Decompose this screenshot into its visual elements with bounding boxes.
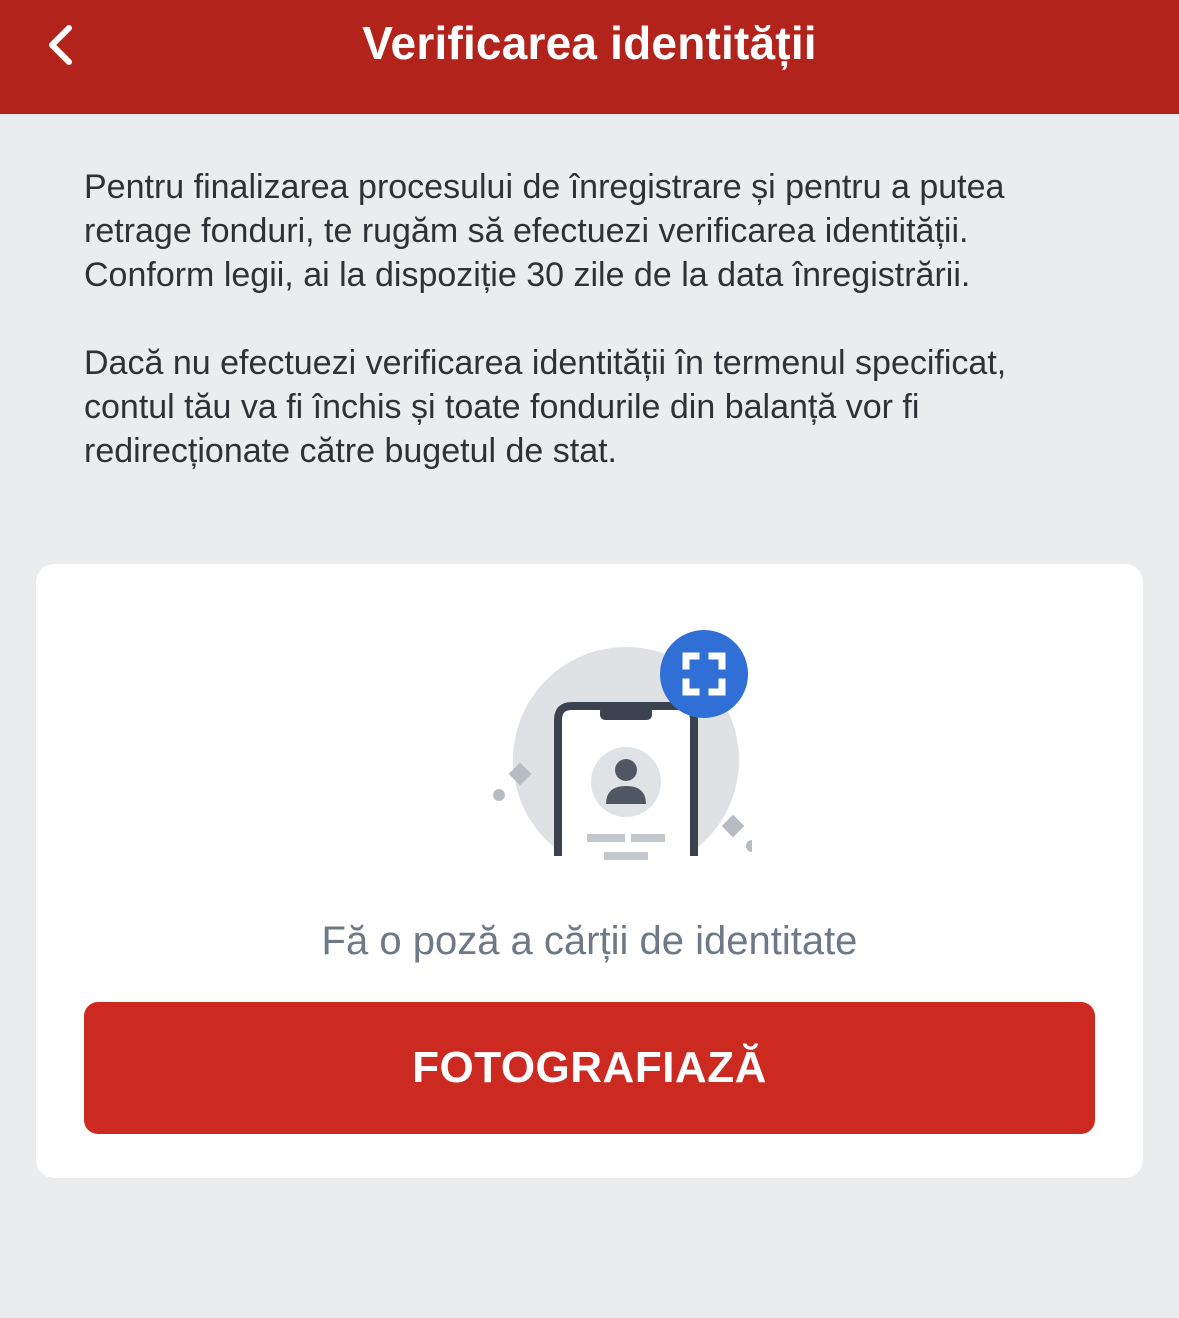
app-header: Verificarea identității [0,0,1179,114]
card-caption: Fă o poză a cărții de identitate [321,919,858,963]
intro-paragraph-consequence: Dacă nu efectuezi verificarea identități… [84,344,1007,470]
intro-paragraph-deadline: Pentru finalizarea procesului de înregis… [84,168,1005,294]
phone-id-scan-icon [493,630,752,860]
id-photo-card: Fă o poză a cărții de identitate FOTOGRA… [36,564,1143,1178]
page-title: Verificarea identității [362,17,817,69]
take-photo-button[interactable]: FOTOGRAFIAZĂ [84,1002,1095,1134]
intro-text: Pentru finalizarea procesului de înregis… [84,165,1084,517]
